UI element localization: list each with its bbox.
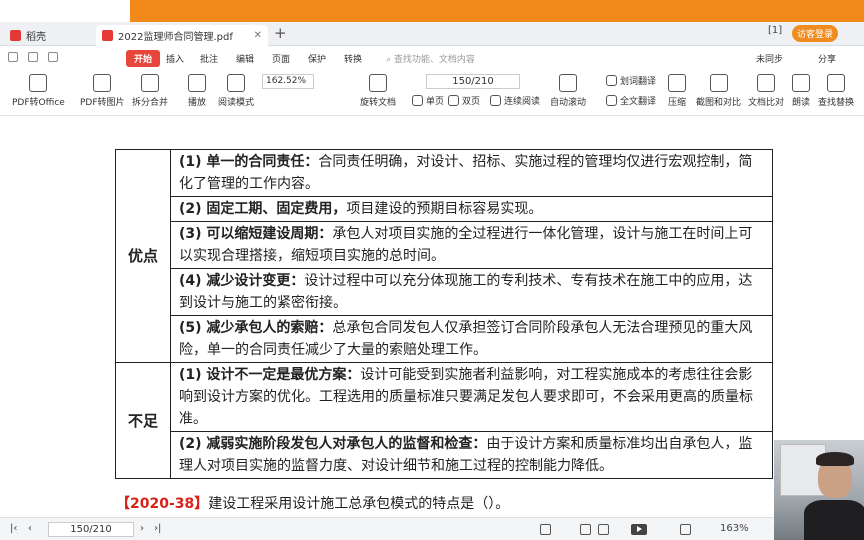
search-input[interactable]: ⌕ 查找功能、文档内容 [386, 52, 475, 65]
first-page-icon[interactable]: |‹ [10, 523, 17, 534]
single-page-icon [412, 95, 423, 106]
zoom-input[interactable]: 162.52% [262, 74, 314, 89]
table-cell: (4) 减少设计变更：设计过程中可以充分体现施工的专利技术、专有技术在施工中的应… [170, 268, 773, 316]
rotate-button[interactable]: 旋转文档 [360, 74, 396, 108]
table-cell: (2) 固定工期、固定费用，项目建设的预期目标容易实现。 [170, 196, 773, 222]
auto-scroll-button[interactable]: 自动滚动 [550, 74, 586, 108]
single-page-button[interactable]: 单页 [412, 94, 444, 107]
menu-start[interactable]: 开始 [126, 50, 161, 67]
overlay-patch [0, 0, 130, 22]
next-page-icon[interactable]: › [140, 523, 144, 534]
compare-icon [757, 74, 775, 92]
comparison-table: 优点 (1) 单一的合同责任：合同责任明确，对设计、招标、实施过程的管理均仅进行… [115, 149, 773, 479]
tab-label: 2022监理师合同管理.pdf [118, 32, 233, 43]
single-page-view-icon[interactable] [580, 524, 591, 535]
continuous-read-icon [490, 95, 501, 106]
menu-page[interactable]: 页面 [272, 52, 290, 65]
table-cell: (3) 可以缩短建设周期：承包人对项目实施的全过程进行一体化管理，设计与施工在时… [170, 221, 773, 269]
double-page-view-icon[interactable] [598, 524, 609, 535]
compress-icon [668, 74, 686, 92]
find-replace-button[interactable]: 查找替换 [818, 74, 854, 108]
compress-button[interactable]: 压缩 [668, 74, 686, 108]
menu-annotate[interactable]: 批注 [200, 52, 218, 65]
menu-insert[interactable]: 插入 [166, 52, 184, 65]
row-header-advantages: 优点 [115, 149, 171, 363]
folder-icon[interactable] [28, 52, 38, 62]
menu-edit[interactable]: 编辑 [236, 52, 254, 65]
question-line: 【2020-38】建设工程采用设计施工总承包模式的特点是（）。 [116, 493, 509, 513]
document-compare-button[interactable]: 文档比对 [748, 74, 784, 108]
pdf-to-image-icon [93, 74, 112, 92]
docer-icon [10, 30, 21, 41]
tab-label: 稻壳 [26, 32, 46, 43]
page-indicator: [1] [768, 25, 783, 36]
row-header-disadvantages: 不足 [115, 362, 171, 479]
login-button[interactable]: 访客登录 [792, 25, 838, 42]
print-icon[interactable] [48, 52, 58, 62]
page-number-input[interactable]: 150/210 [426, 74, 520, 89]
pdf-to-office-button[interactable]: PDF转Office [12, 74, 65, 108]
tab-docer[interactable]: 稻壳 [4, 25, 92, 46]
question-tag: 【2020-38】 [116, 496, 209, 512]
presenter-body [804, 500, 864, 540]
prev-page-icon[interactable]: ‹ [28, 523, 32, 534]
double-page-button[interactable]: 双页 [448, 94, 480, 107]
double-page-icon [448, 95, 459, 106]
share-button[interactable]: 分享 [818, 52, 836, 65]
screenshot-compare-button[interactable]: 截图和对比 [696, 74, 741, 108]
translate-icon [606, 75, 617, 86]
status-bar: |‹ ‹ 150/210 › ›| 163% [0, 517, 774, 540]
last-page-icon[interactable]: ›| [154, 523, 161, 534]
split-merge-icon [141, 74, 159, 92]
presenter-hair [816, 452, 854, 466]
read-aloud-icon [792, 74, 810, 92]
menu-convert[interactable]: 转换 [344, 52, 362, 65]
rotate-icon [369, 74, 387, 92]
screenshot-icon [709, 74, 728, 92]
zoom-level[interactable]: 163% [720, 523, 749, 534]
new-tab-button[interactable]: + [274, 24, 287, 42]
find-replace-icon [827, 74, 845, 92]
full-translate-button[interactable]: 全文翻译 [606, 94, 656, 107]
table-cell: (1) 单一的合同责任：合同责任明确，对设计、招标、实施过程的管理均仅进行宏观控… [170, 149, 773, 197]
menu-protect[interactable]: 保护 [308, 52, 326, 65]
read-mode-icon [227, 74, 245, 92]
play-button[interactable]: 播放 [188, 74, 206, 108]
table-cell: (5) 减少承包人的索赔：总承包合同发包人仅承担签订合同阶段承包人无法合理预见的… [170, 315, 773, 363]
eye-icon[interactable] [540, 524, 551, 535]
tab-pdf-document[interactable]: 2022监理师合同管理.pdf ✕ [96, 25, 268, 46]
webcam-overlay [774, 440, 864, 540]
slideshow-icon[interactable] [631, 524, 647, 535]
pdf-file-icon [102, 30, 113, 41]
read-aloud-button[interactable]: 朗读 [792, 74, 810, 108]
close-icon[interactable]: ✕ [254, 30, 262, 41]
table-cell: (2) 减弱实施阶段发包人对承包人的监督和检查：由于设计方案和质量标准均出自承包… [170, 431, 773, 479]
tab-bar: 稻壳 2022监理师合同管理.pdf ✕ [0, 22, 864, 46]
read-mode-button[interactable]: 阅读模式 [218, 74, 254, 108]
full-translate-icon [606, 95, 617, 106]
menu-icon[interactable] [8, 52, 18, 62]
document-page: 优点 (1) 单一的合同责任：合同责任明确，对设计、招标、实施过程的管理均仅进行… [0, 117, 864, 517]
auto-scroll-icon [559, 74, 577, 92]
question-text: 建设工程采用设计施工总承包模式的特点是（）。 [208, 496, 510, 512]
play-icon [188, 74, 206, 92]
table-cell: (1) 设计不一定是最优方案：设计可能受到实施者利益影响，对工程实施成本的考虑往… [170, 362, 773, 432]
status-page-input[interactable]: 150/210 [48, 522, 134, 537]
continuous-read-button[interactable]: 连续阅读 [490, 94, 540, 107]
split-merge-button[interactable]: 拆分合并 [132, 74, 168, 108]
pdf-to-office-icon [29, 74, 48, 92]
fit-width-icon[interactable] [680, 524, 691, 535]
sync-status[interactable]: 未同步 [756, 52, 783, 65]
word-translate-button[interactable]: 划词翻译 [606, 74, 656, 87]
pdf-to-image-button[interactable]: PDF转图片 [80, 74, 125, 108]
